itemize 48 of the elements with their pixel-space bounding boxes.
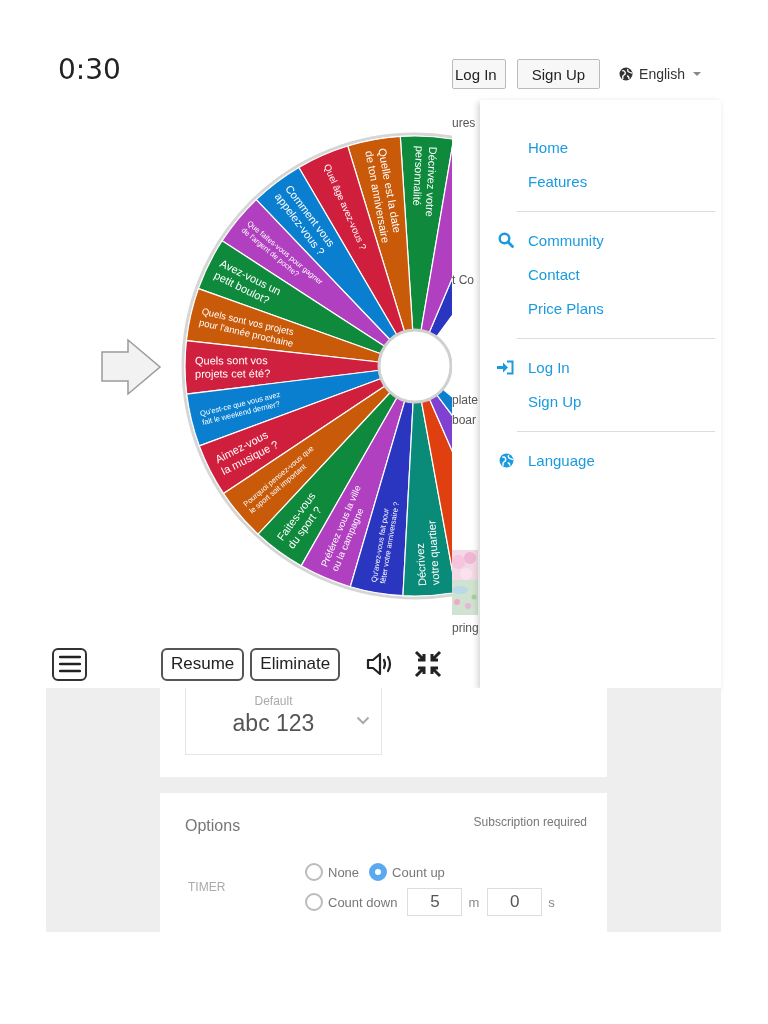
timer-label: TIMER <box>187 880 227 894</box>
eliminate-button[interactable]: Eliminate <box>250 647 341 681</box>
page-text: ures <box>452 115 476 131</box>
menu-button[interactable] <box>52 647 87 681</box>
menu-item[interactable]: Sign Up <box>528 392 582 410</box>
collapse-icon[interactable] <box>414 650 443 678</box>
radio-button[interactable] <box>305 893 323 911</box>
unit-label: m <box>468 894 480 910</box>
minutes-field[interactable]: 5 <box>407 888 463 916</box>
search-icon <box>498 232 514 248</box>
segment-label: Quels sont vos projets cet été? <box>194 354 271 380</box>
menu-item[interactable]: Community <box>528 231 604 249</box>
menu-item[interactable]: Language <box>528 451 595 469</box>
timer-display: 0:30 <box>57 52 122 88</box>
page-text: boar <box>452 412 477 428</box>
seconds-field[interactable]: 0 <box>487 888 543 916</box>
radio-label[interactable]: Count down <box>328 894 398 910</box>
font-select[interactable]: Default abc 123 <box>185 688 382 755</box>
pointer-arrow-icon <box>101 338 162 396</box>
page-text: pring <box>452 620 479 636</box>
menu-item[interactable]: Price Plans <box>528 299 604 317</box>
subscription-note: Subscription required <box>473 815 587 829</box>
resume-button[interactable]: Resume <box>161 647 245 681</box>
login-button[interactable]: Log In <box>452 59 506 89</box>
caret-icon[interactable] <box>693 72 701 76</box>
radio-label[interactable]: Count up <box>392 864 445 880</box>
page-text: plate <box>452 392 479 408</box>
language-selector[interactable]: English <box>639 66 685 82</box>
segment-label: Décrivez votre personnalité <box>410 145 440 218</box>
login-icon <box>497 359 515 375</box>
segment-label: Quels sont vos projets pour l'année prochaine <box>198 305 295 349</box>
radio-button[interactable] <box>369 863 388 881</box>
unit-label: s <box>548 894 555 910</box>
menu-item[interactable]: Home <box>528 138 568 156</box>
radio-label[interactable]: None <box>328 864 360 880</box>
menu-icon <box>58 655 81 673</box>
segment-label: Quelle est la date de ton anniversaire <box>363 147 404 244</box>
menu-item[interactable]: Contact <box>528 265 580 283</box>
chevron-icon <box>356 716 370 725</box>
radio-button[interactable] <box>305 863 323 881</box>
section-title: Options <box>185 817 241 835</box>
globe-icon <box>498 452 514 468</box>
signup-button[interactable]: Sign Up <box>516 59 601 89</box>
globe-icon[interactable] <box>619 67 634 81</box>
menu-item[interactable]: Log In <box>528 358 570 376</box>
menu-item[interactable]: Features <box>528 172 588 190</box>
page-text: t Co <box>452 272 474 288</box>
segment-label: Décrivez votre quartier <box>413 520 442 587</box>
